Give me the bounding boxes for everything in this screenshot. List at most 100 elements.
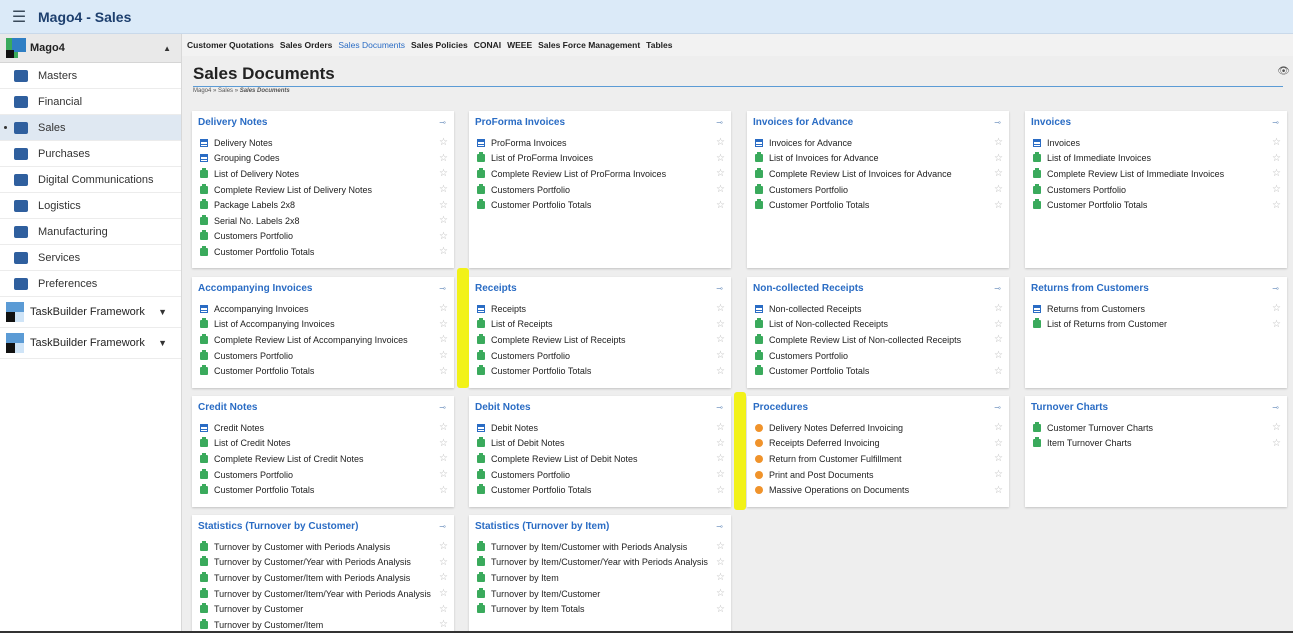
list-item[interactable]: List of Accompanying Invoices ☆ [192, 317, 454, 333]
card-title[interactable]: Procedures ⊸ [747, 396, 1009, 418]
list-item[interactable]: Debit Notes ☆ [469, 420, 731, 436]
card-title[interactable]: Delivery Notes ⊸ [192, 111, 454, 133]
favorite-star-icon[interactable]: ☆ [994, 153, 1003, 164]
favorite-star-icon[interactable]: ☆ [994, 453, 1003, 464]
favorite-star-icon[interactable]: ☆ [994, 334, 1003, 345]
favorite-star-icon[interactable]: ☆ [994, 469, 1003, 480]
list-item[interactable]: Customers Portfolio ☆ [747, 182, 1009, 198]
list-item[interactable]: Customers Portfolio ☆ [747, 348, 1009, 364]
favorite-star-icon[interactable]: ☆ [439, 619, 448, 630]
sidebar-item-services[interactable]: Services [0, 245, 181, 271]
visibility-toggle-icon[interactable]: 👁 [1277, 66, 1290, 77]
favorite-star-icon[interactable]: ☆ [439, 572, 448, 583]
sidebar-item-manufacturing[interactable]: Manufacturing [0, 219, 181, 245]
favorite-star-icon[interactable]: ☆ [716, 541, 725, 552]
tab-conai[interactable]: CONAI [474, 40, 501, 50]
list-item[interactable]: Customer Portfolio Totals ☆ [469, 482, 731, 498]
list-item[interactable]: Complete Review List of Credit Notes ☆ [192, 451, 454, 467]
favorite-star-icon[interactable]: ☆ [716, 588, 725, 599]
list-item[interactable]: Delivery Notes ☆ [192, 135, 454, 151]
pin-icon[interactable]: ⊸ [994, 118, 1001, 127]
tab-sales-documents[interactable]: Sales Documents [338, 40, 405, 50]
pin-icon[interactable]: ⊸ [439, 118, 446, 127]
favorite-star-icon[interactable]: ☆ [994, 319, 1003, 330]
favorite-star-icon[interactable]: ☆ [1272, 422, 1281, 433]
favorite-star-icon[interactable]: ☆ [716, 168, 725, 179]
list-item[interactable]: List of Non-collected Receipts ☆ [747, 317, 1009, 333]
favorite-star-icon[interactable]: ☆ [716, 366, 725, 377]
list-item[interactable]: Serial No. Labels 2x8 ☆ [192, 213, 454, 229]
list-item[interactable]: Complete Review List of Immediate Invoic… [1025, 166, 1287, 182]
sidebar-item-financial[interactable]: Financial [0, 89, 181, 115]
sidebar-item-sales[interactable]: Sales [0, 115, 181, 141]
list-item[interactable]: Item Turnover Charts ☆ [1025, 436, 1287, 452]
list-item[interactable]: Customers Portfolio ☆ [469, 467, 731, 483]
favorite-star-icon[interactable]: ☆ [439, 215, 448, 226]
list-item[interactable]: Customers Portfolio ☆ [469, 348, 731, 364]
sidebar-item-masters[interactable]: Masters [0, 63, 181, 89]
card-title[interactable]: Accompanying Invoices ⊸ [192, 277, 454, 299]
list-item[interactable]: Print and Post Documents ☆ [747, 467, 1009, 483]
favorite-star-icon[interactable]: ☆ [716, 303, 725, 314]
favorite-star-icon[interactable]: ☆ [1272, 168, 1281, 179]
pin-icon[interactable]: ⊸ [716, 284, 723, 293]
favorite-star-icon[interactable]: ☆ [439, 231, 448, 242]
tab-customer-quotations[interactable]: Customer Quotations [187, 40, 274, 50]
list-item[interactable]: Return from Customer Fulfillment ☆ [747, 451, 1009, 467]
tab-sales-force-management[interactable]: Sales Force Management [538, 40, 640, 50]
card-title[interactable]: Returns from Customers ⊸ [1025, 277, 1287, 299]
favorite-star-icon[interactable]: ☆ [439, 422, 448, 433]
sidebar-item-digital-communications[interactable]: Digital Communications [0, 167, 181, 193]
favorite-star-icon[interactable]: ☆ [716, 469, 725, 480]
pin-icon[interactable]: ⊸ [1272, 284, 1279, 293]
favorite-star-icon[interactable]: ☆ [439, 366, 448, 377]
card-title[interactable]: Invoices for Advance ⊸ [747, 111, 1009, 133]
favorite-star-icon[interactable]: ☆ [439, 469, 448, 480]
list-item[interactable]: Complete Review List of Delivery Notes ☆ [192, 182, 454, 198]
list-item[interactable]: Customer Portfolio Totals ☆ [469, 363, 731, 379]
favorite-star-icon[interactable]: ☆ [1272, 200, 1281, 211]
favorite-star-icon[interactable]: ☆ [716, 350, 725, 361]
favorite-star-icon[interactable]: ☆ [716, 137, 725, 148]
favorite-star-icon[interactable]: ☆ [439, 246, 448, 257]
favorite-star-icon[interactable]: ☆ [439, 137, 448, 148]
list-item[interactable]: Customer Turnover Charts ☆ [1025, 420, 1287, 436]
list-item[interactable]: Customers Portfolio ☆ [469, 182, 731, 198]
list-item[interactable]: Turnover by Customer/Item with Periods A… [192, 570, 454, 586]
favorite-star-icon[interactable]: ☆ [716, 200, 725, 211]
favorite-star-icon[interactable]: ☆ [994, 485, 1003, 496]
list-item[interactable]: Receipts ☆ [469, 301, 731, 317]
favorite-star-icon[interactable]: ☆ [994, 200, 1003, 211]
favorite-star-icon[interactable]: ☆ [439, 184, 448, 195]
list-item[interactable]: Customer Portfolio Totals ☆ [192, 363, 454, 379]
list-item[interactable]: Turnover by Item/Customer with Periods A… [469, 539, 731, 555]
list-item[interactable]: Complete Review List of Non-collected Re… [747, 332, 1009, 348]
favorite-star-icon[interactable]: ☆ [1272, 303, 1281, 314]
expand-caret-icon[interactable]: ▼ [158, 307, 167, 317]
favorite-star-icon[interactable]: ☆ [716, 485, 725, 496]
pin-icon[interactable]: ⊸ [439, 403, 446, 412]
tab-weee[interactable]: WEEE [507, 40, 532, 50]
list-item[interactable]: Customer Portfolio Totals ☆ [192, 244, 454, 260]
list-item[interactable]: Customers Portfolio ☆ [192, 467, 454, 483]
tab-tables[interactable]: Tables [646, 40, 672, 50]
favorite-star-icon[interactable]: ☆ [716, 319, 725, 330]
favorite-star-icon[interactable]: ☆ [994, 137, 1003, 148]
favorite-star-icon[interactable]: ☆ [439, 303, 448, 314]
favorite-star-icon[interactable]: ☆ [994, 422, 1003, 433]
list-item[interactable]: Turnover by Customer/Item/Year with Peri… [192, 586, 454, 602]
breadcrumb-path[interactable]: Mago4 » Sales » [193, 88, 240, 94]
favorite-star-icon[interactable]: ☆ [716, 184, 725, 195]
favorite-star-icon[interactable]: ☆ [1272, 438, 1281, 449]
list-item[interactable]: Invoices ☆ [1025, 135, 1287, 151]
list-item[interactable]: Returns from Customers ☆ [1025, 301, 1287, 317]
card-title[interactable]: Credit Notes ⊸ [192, 396, 454, 418]
favorite-star-icon[interactable]: ☆ [439, 350, 448, 361]
favorite-star-icon[interactable]: ☆ [439, 153, 448, 164]
list-item[interactable]: List of Debit Notes ☆ [469, 436, 731, 452]
list-item[interactable]: Customer Portfolio Totals ☆ [192, 482, 454, 498]
favorite-star-icon[interactable]: ☆ [716, 422, 725, 433]
pin-icon[interactable]: ⊸ [716, 403, 723, 412]
list-item[interactable]: Turnover by Customer with Periods Analys… [192, 539, 454, 555]
favorite-star-icon[interactable]: ☆ [994, 438, 1003, 449]
